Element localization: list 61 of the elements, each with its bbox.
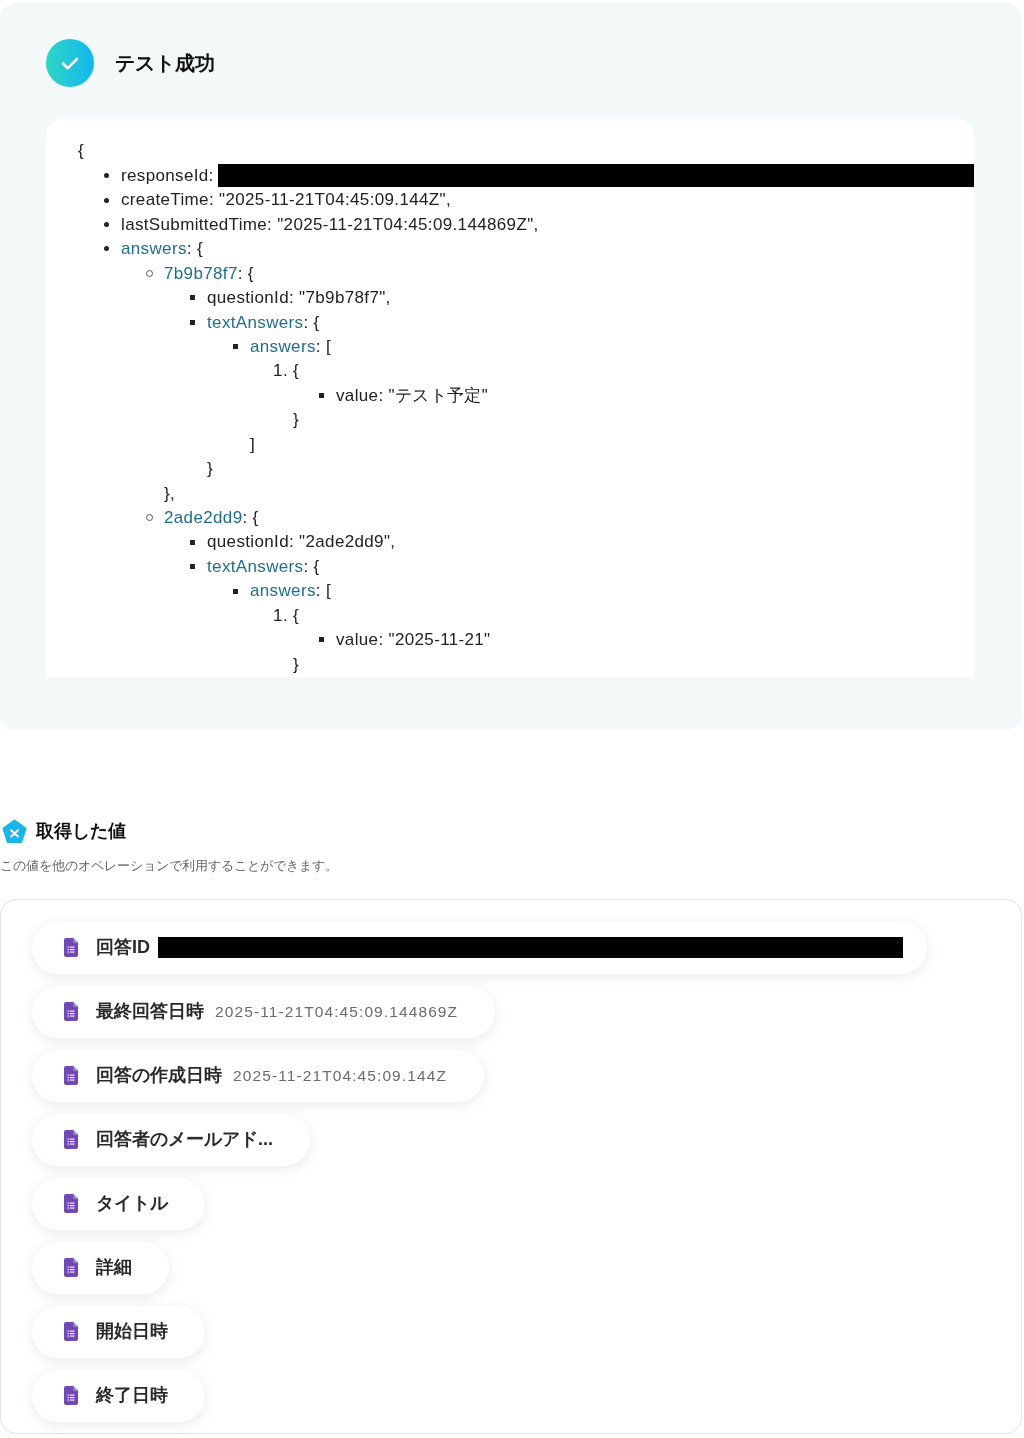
json-key: answers: [250, 578, 316, 604]
output-label: 回答の作成日時: [96, 1064, 222, 1088]
document-list-icon: [64, 938, 78, 958]
code-line: responseId:: [121, 164, 214, 187]
json-key: answers: [121, 236, 187, 262]
json-key: 2ade2dd9: [164, 505, 243, 531]
document-list-icon: [64, 1194, 78, 1214]
code-text: }: [293, 653, 300, 676]
code-text: : {: [186, 238, 203, 261]
code-text: : {: [303, 311, 320, 334]
list-number: 1.: [273, 604, 288, 627]
bullet-square-icon: [189, 295, 195, 301]
document-list-icon: [64, 1002, 78, 1022]
code-line: questionId: "7b9b78f7",: [207, 287, 391, 310]
code-line: createTime: "2025-11-21T04:45:09.144Z",: [121, 189, 451, 212]
code-line: value: "テスト予定": [336, 384, 489, 407]
section-description: この値を他のオペレーションで利用することができます。: [0, 856, 338, 875]
code-text: {: [293, 604, 300, 627]
json-key: textAnswers: [207, 309, 304, 336]
document-list-icon: [64, 1386, 78, 1406]
code-text: : {: [242, 507, 259, 530]
document-list-icon: [64, 1066, 78, 1086]
output-value: 2025-11-21T04:45:09.144Z: [233, 1066, 447, 1086]
code-line: lastSubmittedTime: "2025-11-21T04:45:09.144869Z",: [121, 213, 539, 236]
json-key: textAnswers: [207, 553, 304, 580]
section-title: 取得した値: [36, 820, 126, 844]
bullet-square-icon: [189, 564, 195, 570]
code-text: }: [207, 458, 214, 481]
code-text: {: [78, 140, 85, 163]
bullet-square-icon: [318, 637, 324, 643]
code-text: : {: [237, 262, 254, 285]
bullet-square-icon: [232, 588, 238, 594]
output-label: 回答ID: [96, 936, 150, 960]
check-circle-icon: [46, 39, 94, 87]
bullet-square-icon: [232, 344, 238, 350]
document-list-icon: [64, 1258, 78, 1278]
code-text: : [: [315, 580, 331, 603]
output-label: 回答者のメールアド...: [96, 1128, 273, 1152]
output-label: 詳細: [96, 1256, 132, 1280]
code-text: },: [164, 482, 176, 505]
json-key: 7b9b78f7: [164, 260, 238, 287]
bullet-square-icon: [318, 393, 324, 399]
code-text: : [: [315, 335, 331, 358]
code-text: }: [293, 409, 300, 432]
code-text: {: [293, 360, 300, 383]
panel-title: テスト成功: [115, 51, 215, 76]
code-line: value: "2025-11-21": [336, 629, 491, 652]
code-text: ]: [250, 433, 256, 456]
output-label: 終了日時: [96, 1384, 168, 1408]
output-label: 最終回答日時: [96, 1000, 204, 1024]
output-label: 開始日時: [96, 1320, 168, 1344]
output-value: 2025-11-21T04:45:09.144869Z: [215, 1002, 459, 1022]
bullet-square-icon: [189, 539, 195, 545]
document-list-icon: [64, 1130, 78, 1150]
bullet-square-icon: [189, 319, 195, 325]
code-line: questionId: "2ade2dd9",: [207, 531, 396, 554]
json-key: answers: [250, 333, 316, 360]
output-label: タイトル: [96, 1192, 168, 1216]
list-number: 1.: [273, 360, 288, 383]
code-text: : {: [303, 555, 320, 578]
document-list-icon: [64, 1322, 78, 1342]
